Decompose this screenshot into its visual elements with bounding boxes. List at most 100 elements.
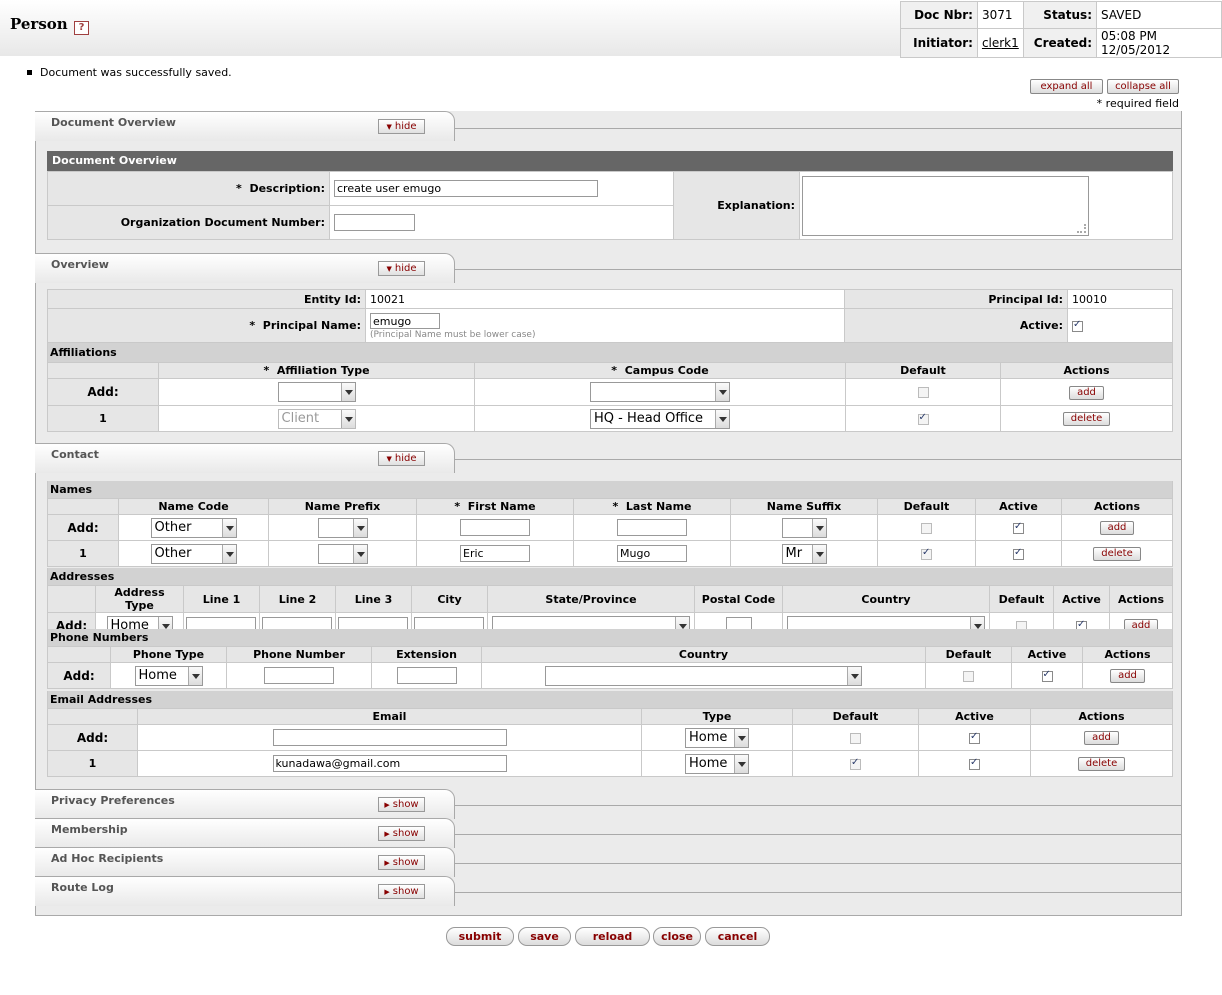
affiliation-delete-button[interactable]: delete — [1062, 412, 1111, 426]
last-name-input[interactable] — [617, 545, 687, 562]
chevron-down-icon — [221, 544, 236, 563]
name-active-checkbox[interactable] — [1013, 521, 1024, 534]
first-name-input[interactable] — [460, 545, 530, 562]
select-value: Home — [689, 729, 728, 745]
close-button[interactable]: close — [653, 927, 701, 946]
extension-input[interactable] — [396, 667, 457, 684]
principal-name-input[interactable] — [370, 313, 440, 329]
phone-number-input[interactable] — [264, 667, 334, 684]
col-active: Active — [1053, 585, 1110, 613]
name-delete-button[interactable]: delete — [1093, 547, 1141, 561]
col-text: First Name — [467, 500, 536, 513]
explanation-textarea[interactable] — [802, 175, 1089, 236]
active-checkbox[interactable] — [1072, 319, 1083, 332]
help-icon[interactable]: ? — [74, 21, 89, 35]
name-suffix-select[interactable]: Mr — [781, 543, 827, 564]
phones-table: Phone Type Phone Number Extension Countr… — [47, 646, 1173, 689]
button-label: show — [392, 886, 419, 897]
submit-button[interactable]: submit — [446, 927, 514, 946]
email-delete-button[interactable]: delete — [1077, 757, 1126, 771]
doc-overview-hide-button[interactable]: ▼ hide — [378, 119, 425, 134]
privacy-show-button[interactable]: ▶ show — [378, 797, 425, 812]
col-type: Type — [641, 708, 793, 725]
col-name-suffix: Name Suffix — [730, 498, 878, 515]
routelog-show-button[interactable]: ▶ show — [378, 884, 425, 899]
col-country: Country — [481, 646, 926, 663]
expand-all-button[interactable]: expand all — [1030, 79, 1103, 94]
tab-membership: Membership ▶ show — [35, 818, 455, 848]
cancel-button[interactable]: cancel — [705, 927, 770, 946]
col-actions: Actions — [1061, 498, 1173, 515]
email-input[interactable] — [272, 729, 507, 746]
initiator-link[interactable]: clerk1 — [982, 36, 1019, 50]
col-last-name: * Last Name — [573, 498, 731, 515]
principal-id-value: 10010 — [1067, 289, 1173, 309]
email-default-checkbox[interactable] — [850, 732, 861, 744]
reload-button[interactable]: reload — [575, 927, 650, 946]
affiliation-default-checkbox[interactable] — [917, 387, 929, 398]
entity-id-label: Entity Id: — [47, 289, 366, 309]
col-text: Affiliation Type — [276, 364, 370, 377]
phone-add-button[interactable]: add — [1110, 669, 1145, 683]
affiliation-type-select[interactable] — [277, 382, 356, 402]
phone-country-select[interactable] — [545, 665, 862, 686]
document-header: Person ? Doc Nbr: 3071 Status: SAVED Ini… — [0, 0, 1222, 58]
name-code-select[interactable]: Other — [150, 517, 237, 538]
tab-divider — [455, 128, 1182, 129]
overview-hide-button[interactable]: ▼ hide — [378, 261, 425, 276]
email-input[interactable] — [272, 755, 507, 772]
tab-contact: Contact ▼ hide — [35, 443, 455, 473]
save-button[interactable]: save — [518, 927, 571, 946]
bullet-icon — [27, 69, 32, 75]
name-suffix-select[interactable] — [781, 517, 827, 538]
campus-code-select[interactable]: HQ - Head Office — [590, 408, 730, 429]
contact-hide-button[interactable]: ▼ hide — [378, 451, 425, 466]
adhoc-show-button[interactable]: ▶ show — [378, 855, 425, 870]
col-country: Country — [782, 585, 990, 613]
page-title: Person — [10, 15, 68, 33]
phone-type-select[interactable]: Home — [134, 665, 203, 686]
select-value: Other — [154, 519, 192, 535]
email-active-checkbox[interactable] — [969, 757, 980, 770]
name-prefix-select[interactable] — [317, 517, 368, 538]
chevron-down-icon — [734, 728, 748, 747]
col-line3: Line 3 — [335, 585, 412, 613]
org-doc-number-input[interactable] — [334, 214, 415, 231]
col-phone-type: Phone Type — [110, 646, 227, 663]
name-add-button[interactable]: add — [1099, 521, 1135, 535]
affiliations-title: Affiliations — [47, 343, 1173, 362]
doc-nbr-label: Doc Nbr: — [900, 1, 978, 29]
first-name-input[interactable] — [460, 519, 530, 536]
name-prefix-select[interactable] — [317, 543, 368, 564]
tab-label: Route Log — [51, 881, 114, 894]
last-name-input[interactable] — [617, 519, 687, 536]
chevron-down-icon — [221, 518, 236, 537]
membership-show-button[interactable]: ▶ show — [378, 826, 425, 841]
email-active-checkbox[interactable] — [969, 731, 980, 744]
campus-code-select[interactable] — [590, 382, 730, 402]
phone-active-checkbox[interactable] — [1041, 669, 1053, 682]
chevron-down-icon — [340, 409, 355, 428]
email-type-select[interactable]: Home — [685, 753, 749, 774]
email-type-select[interactable]: Home — [685, 727, 749, 748]
collapse-all-button[interactable]: collapse all — [1107, 79, 1179, 94]
name-default-checkbox[interactable] — [921, 522, 932, 534]
chevron-down-icon — [340, 383, 355, 401]
name-code-select[interactable]: Other — [150, 543, 237, 564]
col-default: Default — [925, 646, 1012, 663]
description-input[interactable] — [334, 180, 598, 197]
phone-default-checkbox[interactable] — [963, 670, 974, 682]
col-phone-number: Phone Number — [226, 646, 372, 663]
name-active-checkbox[interactable] — [1013, 547, 1024, 560]
chevron-down-icon — [811, 518, 826, 537]
col-campus-code: * Campus Code — [474, 362, 846, 379]
tab-divider — [455, 269, 1182, 270]
status-value: SAVED — [1096, 1, 1222, 29]
name-default-checkbox — [921, 547, 932, 560]
affiliation-add-button[interactable]: add — [1069, 385, 1104, 400]
col-active: Active — [975, 498, 1062, 515]
col-empty — [47, 708, 138, 725]
active-label: Active: — [844, 308, 1068, 343]
affiliation-default-checkbox — [917, 412, 929, 425]
email-add-button[interactable]: add — [1084, 731, 1119, 745]
